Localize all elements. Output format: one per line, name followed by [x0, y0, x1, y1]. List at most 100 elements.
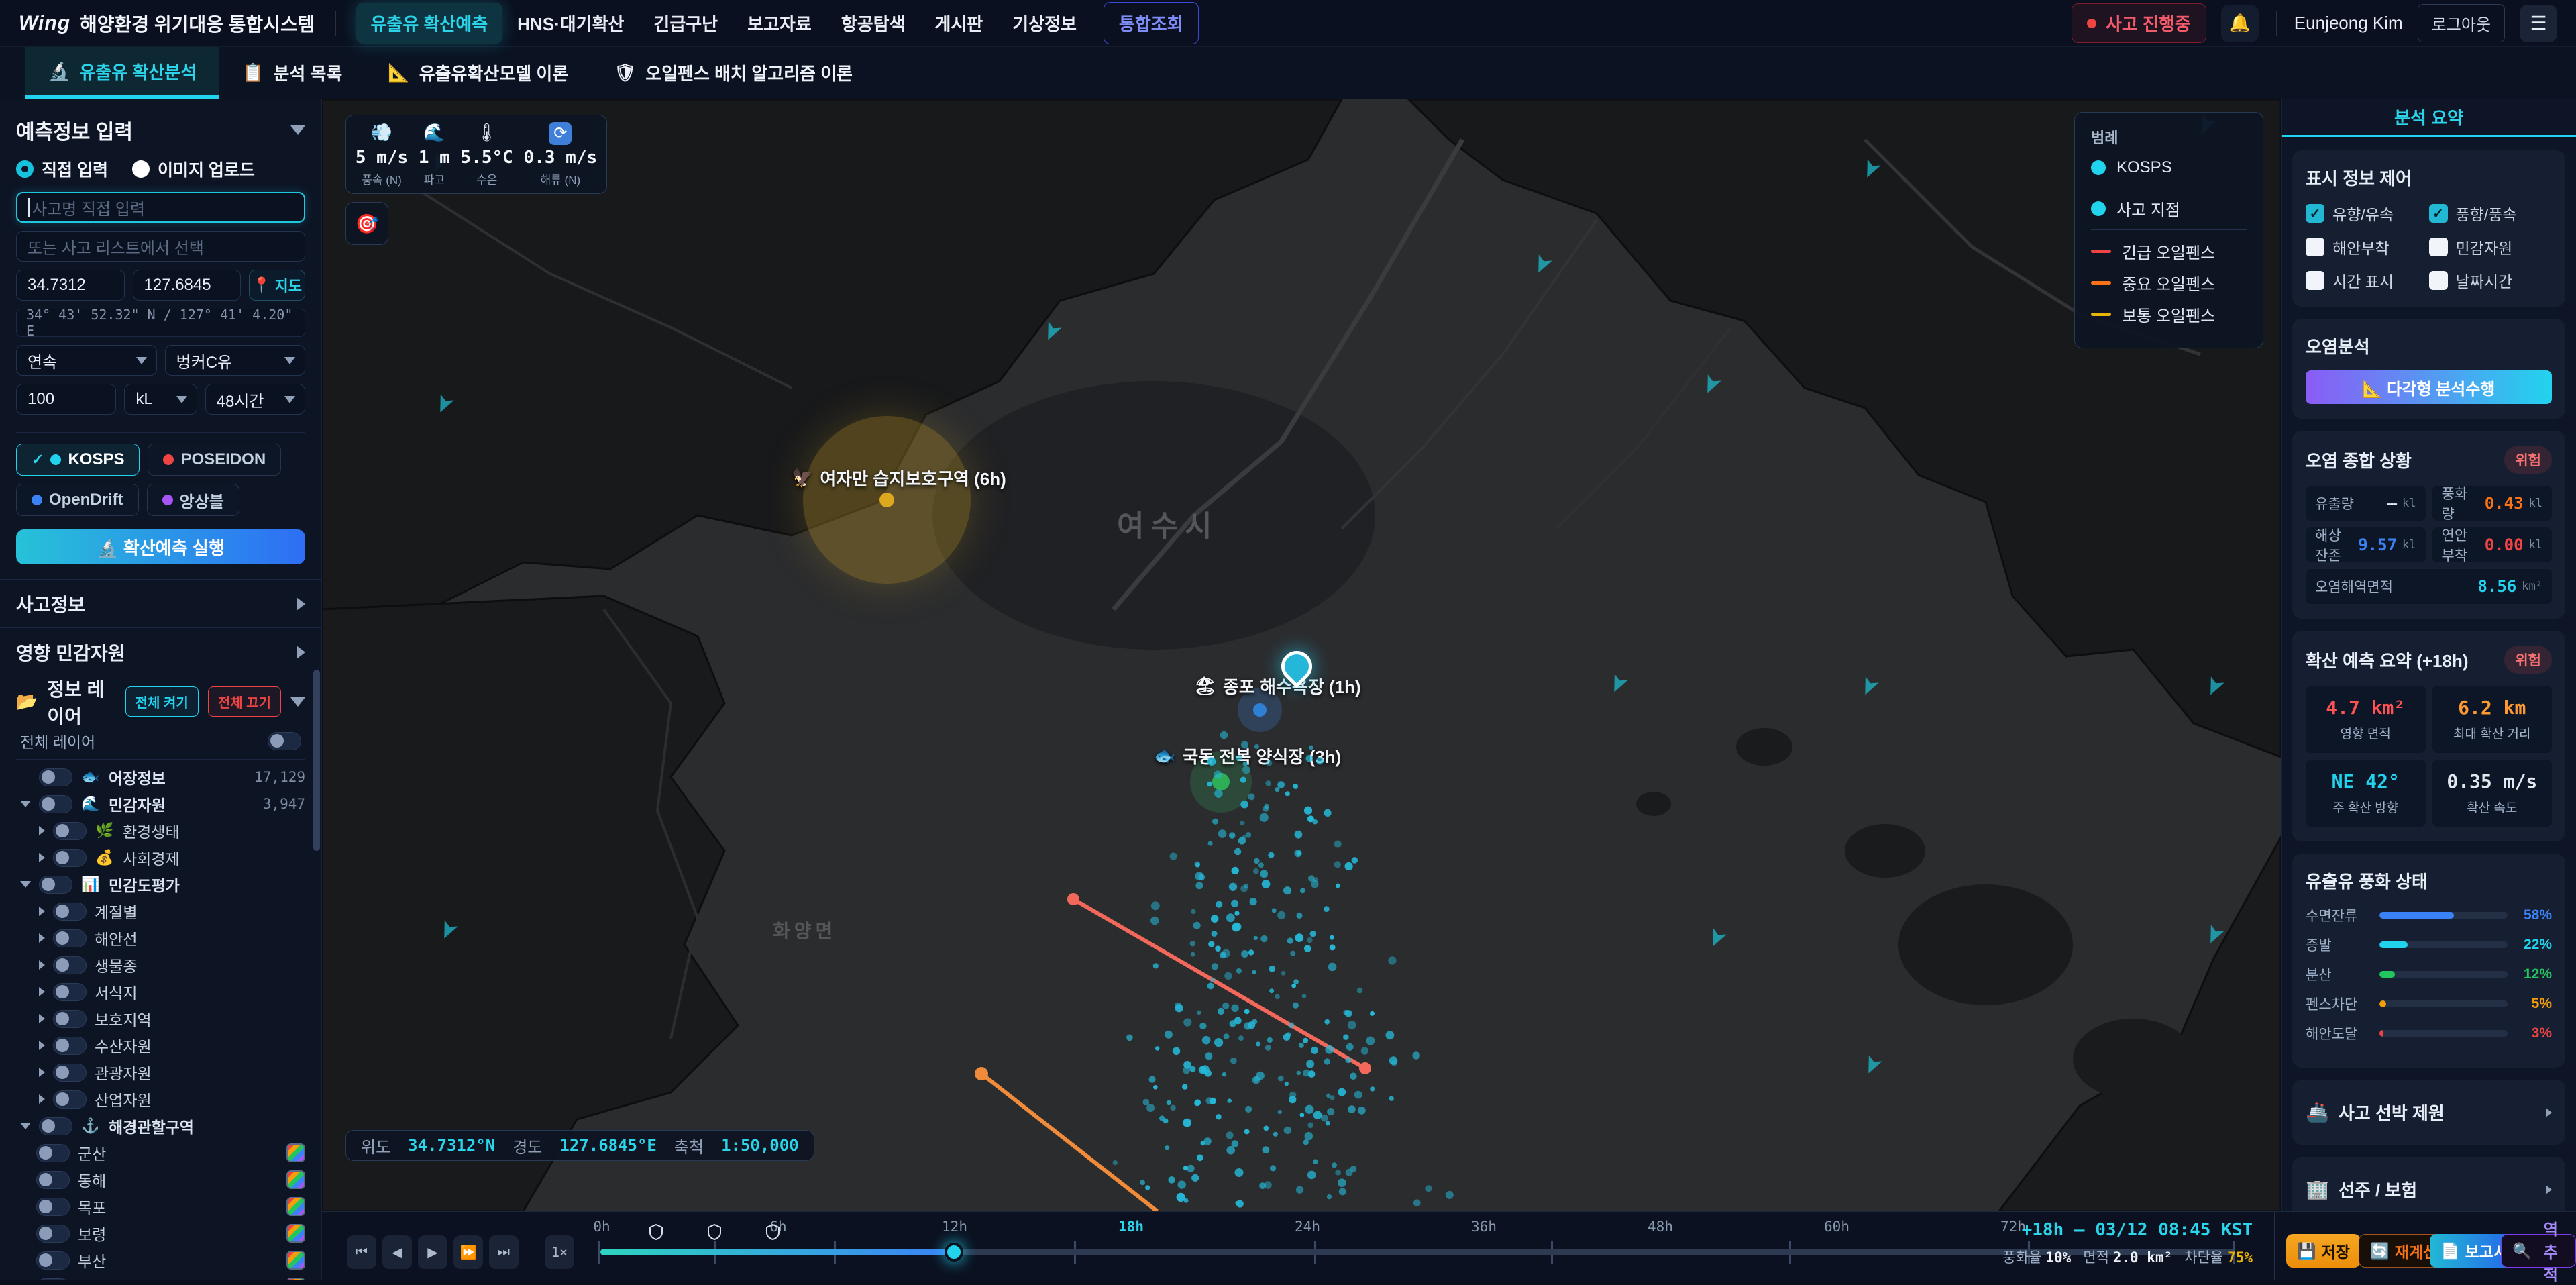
layer-toggle[interactable]: [36, 1171, 70, 1189]
map-canvas[interactable]: 🦅 여자만 습지보호구역 (6h) 🏖 종포 해수욕장 (1h) 🐟 국동 전복…: [322, 99, 2281, 1211]
nav-item-weather[interactable]: 기상정보: [998, 3, 1091, 44]
backtrack-button[interactable]: 🔍역추적: [2501, 1234, 2576, 1268]
chevron-right-icon[interactable]: [39, 1041, 45, 1050]
checkbox-time[interactable]: 시간 표시: [2306, 269, 2429, 292]
unit-select[interactable]: kL: [124, 384, 197, 415]
tab-boom-algorithm[interactable]: 🛡 오일펜스 배치 알고리즘 이론: [591, 47, 875, 99]
layer-toggle[interactable]: [39, 768, 72, 786]
nav-item-reports[interactable]: 보고자료: [733, 3, 826, 44]
layer-toggle[interactable]: [36, 1198, 70, 1216]
target-tool-button[interactable]: 🎯: [345, 202, 388, 245]
notification-bell-button[interactable]: 🔔: [2221, 5, 2259, 42]
major-boom-line[interactable]: [981, 1074, 1157, 1211]
boom-endpoint[interactable]: [1359, 1062, 1371, 1074]
layer-toggle[interactable]: [36, 1251, 70, 1270]
model-chip-poseidon[interactable]: POSEIDON: [148, 444, 281, 476]
step-back-button[interactable]: ◀: [382, 1235, 412, 1269]
chevron-right-icon[interactable]: [39, 1068, 45, 1077]
tab-analysis-list[interactable]: 📋 분석 목록: [219, 47, 365, 99]
checkbox-resources[interactable]: 민감자원: [2429, 236, 2553, 258]
nav-item-integrated-search[interactable]: 통합조회: [1104, 2, 1199, 44]
incident-list-select[interactable]: 또는 사고 리스트에서 선택: [16, 231, 305, 262]
chevron-right-icon[interactable]: [39, 933, 45, 943]
amount-input[interactable]: 100: [16, 384, 116, 415]
color-style-swatch[interactable]: [286, 1224, 305, 1243]
chevron-down-icon[interactable]: [20, 881, 31, 888]
incident-name-input[interactable]: 사고명 직접 입력: [16, 192, 305, 223]
layer-toggle[interactable]: [39, 876, 72, 894]
layer-toggle[interactable]: [53, 849, 87, 867]
nav-item-hns[interactable]: HNS·대기확산: [502, 3, 639, 44]
logout-button[interactable]: 로그아웃: [2418, 4, 2505, 42]
vessel-spec-card[interactable]: 🚢 사고 선박 제원: [2292, 1080, 2565, 1145]
checkbox-datetime[interactable]: 날짜시간: [2429, 269, 2553, 292]
tab-model-theory[interactable]: 📐 유출유확산모델 이론: [365, 47, 591, 99]
all-layers-on-button[interactable]: 전체 켜기: [125, 686, 199, 717]
layer-toggle[interactable]: [53, 1010, 87, 1028]
layer-toggle[interactable]: [39, 795, 72, 813]
chevron-right-icon[interactable]: [39, 987, 45, 996]
duration-select[interactable]: 48시간: [205, 384, 305, 415]
model-chip-opendrift[interactable]: OpenDrift: [16, 484, 139, 516]
prediction-input-header[interactable]: 예측정보 입력: [16, 115, 305, 145]
checkbox-shore[interactable]: 해안부착: [2306, 236, 2429, 258]
color-style-swatch[interactable]: [286, 1170, 305, 1189]
skip-start-button[interactable]: ⏮: [347, 1235, 376, 1269]
layer-toggle[interactable]: [53, 1090, 87, 1109]
chevron-right-icon[interactable]: [39, 1094, 45, 1104]
layer-toggle[interactable]: [53, 903, 87, 921]
pick-on-map-button[interactable]: 📍 지도: [249, 270, 305, 301]
radio-direct-input[interactable]: 직접 입력: [16, 157, 108, 181]
playback-speed-button[interactable]: 1×: [545, 1235, 574, 1269]
color-style-swatch[interactable]: [286, 1197, 305, 1216]
chevron-right-icon[interactable]: [39, 826, 45, 835]
chevron-down-icon[interactable]: [20, 1123, 31, 1129]
chevron-right-icon[interactable]: [39, 853, 45, 862]
model-chip-kosps[interactable]: ✓ KOSPS: [16, 444, 140, 476]
layer-toggle[interactable]: [53, 929, 87, 947]
color-style-swatch[interactable]: [286, 1143, 305, 1162]
model-chip-ensemble[interactable]: 앙상블: [147, 484, 239, 516]
master-layer-toggle[interactable]: [268, 732, 301, 750]
layer-toggle[interactable]: [53, 983, 87, 1001]
nav-item-board[interactable]: 게시판: [920, 3, 998, 44]
play-button[interactable]: ▶: [418, 1235, 447, 1269]
nav-item-oil-spread[interactable]: 유출유 확산예측: [356, 3, 503, 44]
hamburger-menu-button[interactable]: ☰: [2520, 5, 2557, 42]
sidebar-scrollbar[interactable]: [313, 670, 320, 851]
boom-deploy-marker-icon[interactable]: [649, 1224, 663, 1240]
radio-image-upload[interactable]: 이미지 업로드: [132, 157, 255, 181]
spill-type-select[interactable]: 연속: [16, 345, 157, 376]
chevron-right-icon[interactable]: [39, 907, 45, 916]
chevron-right-icon[interactable]: [39, 960, 45, 970]
oil-type-select[interactable]: 벙커C유: [165, 345, 306, 376]
boom-deploy-marker-icon[interactable]: [766, 1224, 780, 1240]
layer-toggle[interactable]: [36, 1225, 70, 1243]
incident-info-section[interactable]: 사고정보: [0, 579, 321, 627]
save-button[interactable]: 💾저장: [2286, 1234, 2361, 1268]
checkbox-wind[interactable]: ✓ 풍향/풍속: [2429, 202, 2553, 225]
layer-toggle[interactable]: [53, 1064, 87, 1082]
latitude-input[interactable]: 34.7312: [16, 270, 125, 301]
sensitive-resources-section[interactable]: 영향 민감자원: [0, 627, 321, 676]
timeline-slider-handle[interactable]: [945, 1243, 963, 1262]
tab-spread-analysis[interactable]: 🔬 유출유 확산분석: [25, 47, 219, 99]
layer-toggle[interactable]: [53, 1037, 87, 1055]
fast-forward-button[interactable]: ⏩: [453, 1235, 483, 1269]
layer-toggle[interactable]: [53, 956, 87, 974]
layer-toggle[interactable]: [39, 1117, 72, 1135]
boom-deploy-marker-icon[interactable]: [708, 1224, 721, 1240]
boom-endpoint[interactable]: [975, 1067, 988, 1080]
owner-insurance-card[interactable]: 🏢 선주 / 보험: [2292, 1157, 2565, 1211]
checkbox-current[interactable]: ✓ 유향/유속: [2306, 202, 2429, 225]
nav-item-aerial[interactable]: 항공탐색: [826, 3, 920, 44]
layer-toggle[interactable]: [53, 822, 87, 840]
skip-end-button[interactable]: ⏭: [489, 1235, 519, 1269]
longitude-input[interactable]: 127.6845: [133, 270, 241, 301]
run-prediction-button[interactable]: 🔬 확산예측 실행: [16, 529, 305, 564]
polygon-analysis-button[interactable]: 📐 다각형 분석수행: [2306, 370, 2552, 404]
boom-endpoint[interactable]: [1067, 893, 1079, 905]
layer-toggle[interactable]: [36, 1144, 70, 1162]
nav-item-rescue[interactable]: 긴급구난: [639, 3, 733, 44]
all-layers-off-button[interactable]: 전체 끄기: [208, 686, 281, 717]
